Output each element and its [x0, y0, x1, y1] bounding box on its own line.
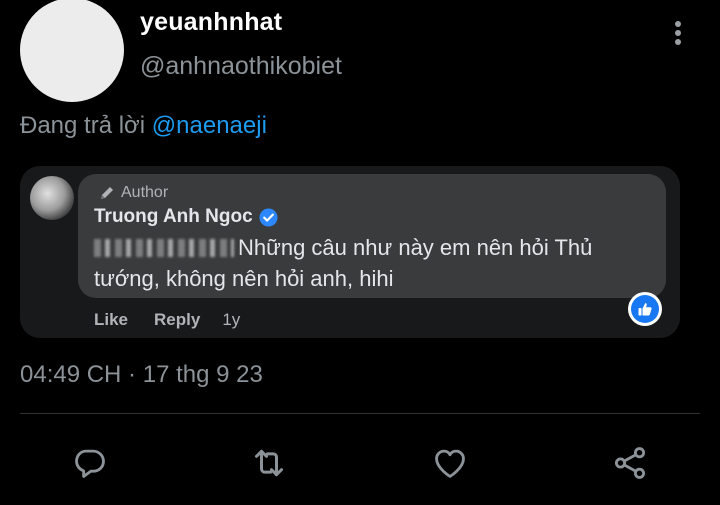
like-heart-icon[interactable]: [430, 443, 470, 483]
replying-to-label: Đang trả lời: [20, 112, 152, 139]
user-handle[interactable]: @anhnaothikobiet: [140, 52, 342, 81]
pencil-icon: [101, 187, 113, 199]
comment-text: Những câu như này em nên hỏi Thủ tướng, …: [94, 232, 654, 294]
share-icon[interactable]: [610, 443, 650, 483]
author-badge: Author: [98, 180, 168, 206]
attached-image[interactable]: Author Truong Anh Ngoc Những câu như này…: [20, 166, 680, 338]
comment-age: 1y: [222, 310, 241, 329]
verified-badge-icon: [259, 207, 278, 227]
like-thumb-icon: [638, 303, 652, 316]
comment-actions: Like Reply 1y: [94, 310, 240, 330]
commenter: Truong Anh Ngoc: [94, 206, 278, 228]
commenter-avatar: [30, 176, 74, 220]
reply-mention-link[interactable]: @naenaeji: [152, 112, 267, 139]
more-options-icon[interactable]: [664, 18, 692, 48]
like-link: Like: [94, 310, 129, 329]
divider: [20, 413, 700, 414]
like-reaction: [628, 292, 662, 326]
censored-mention: [94, 239, 234, 257]
retweet-icon[interactable]: [249, 443, 289, 483]
display-name[interactable]: yeuanhnhat: [140, 8, 282, 37]
replying-to: Đang trả lời @naenaeji: [20, 112, 267, 140]
commenter-name: Truong Anh Ngoc: [94, 206, 253, 227]
profile-avatar[interactable]: [20, 0, 124, 102]
comment-bubble: Author Truong Anh Ngoc Những câu như này…: [78, 174, 666, 298]
author-badge-label: Author: [121, 184, 169, 201]
tweet-timestamp[interactable]: 04:49 CH · 17 thg 9 23: [20, 361, 263, 389]
reply-icon[interactable]: [70, 443, 110, 483]
reply-link: Reply: [154, 310, 201, 329]
